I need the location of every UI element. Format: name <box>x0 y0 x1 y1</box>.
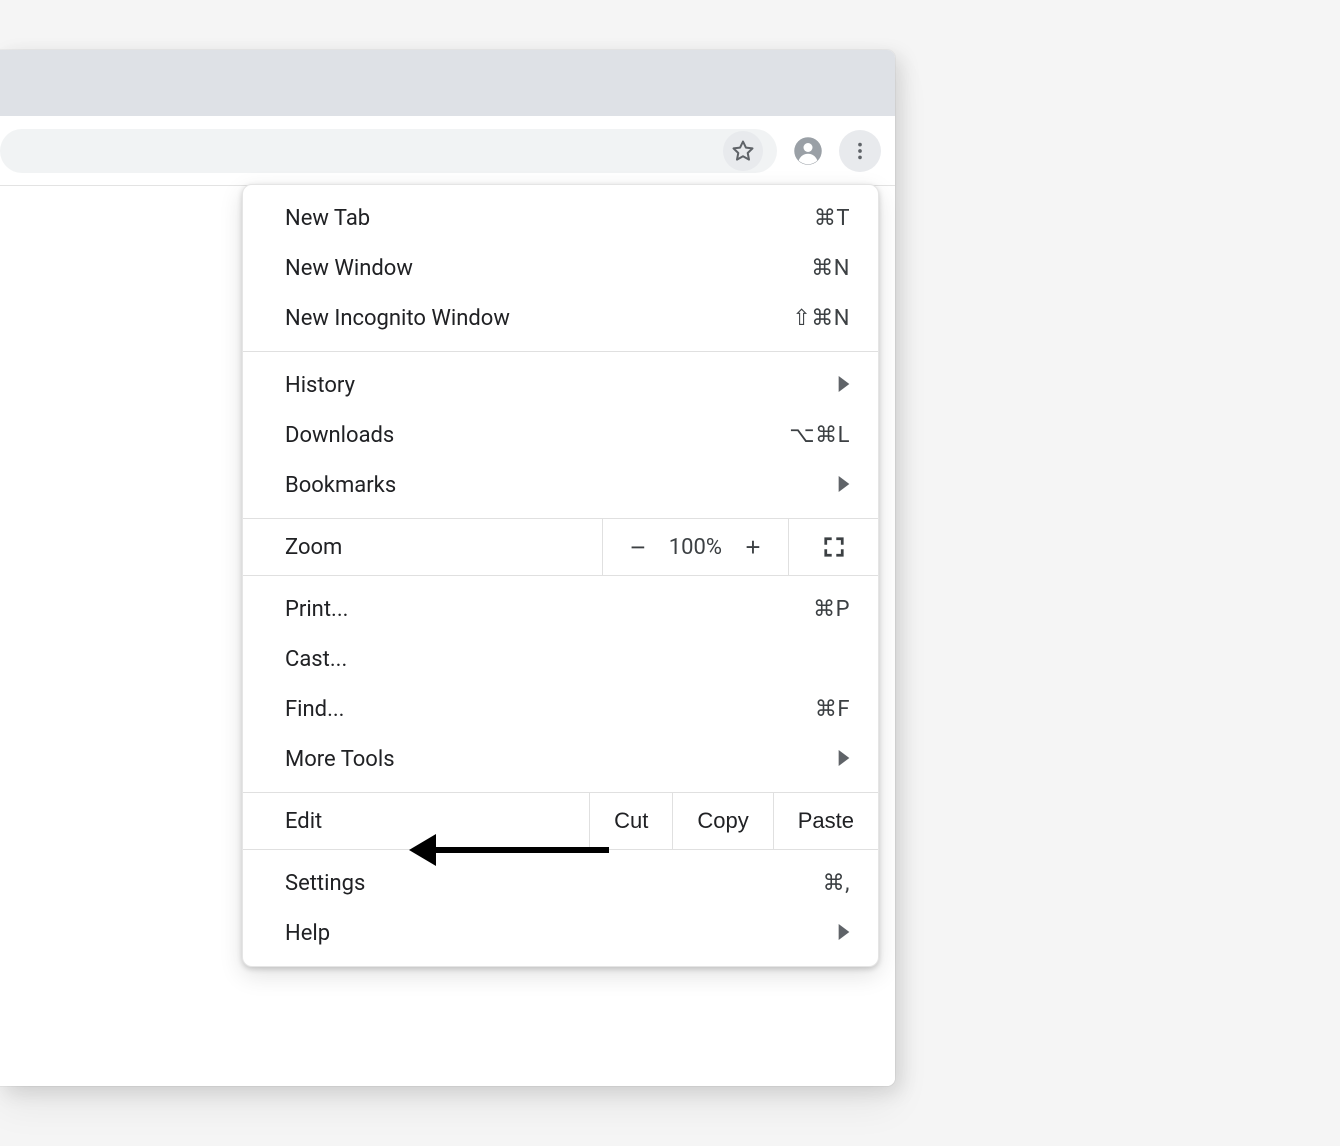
fullscreen-icon <box>823 536 845 558</box>
zoom-in-button[interactable]: + <box>740 532 766 563</box>
zoom-controls: − 100% + <box>602 519 788 575</box>
menu-item-label: Downloads <box>285 423 789 448</box>
zoom-value: 100% <box>669 535 722 560</box>
menu-item-help[interactable]: Help <box>243 908 878 958</box>
edit-cut-button[interactable]: Cut <box>589 793 672 849</box>
menu-item-cast[interactable]: Cast... <box>243 634 878 684</box>
menu-item-label: Settings <box>285 871 823 896</box>
chrome-menu-button[interactable] <box>839 130 881 172</box>
browser-toolbar <box>0 116 895 186</box>
menu-item-bookmarks[interactable]: Bookmarks <box>243 460 878 510</box>
menu-item-settings[interactable]: Settings ⌘, <box>243 858 878 908</box>
edit-label: Edit <box>243 793 589 849</box>
menu-item-label: New Window <box>285 256 811 281</box>
account-circle-icon <box>793 136 823 166</box>
menu-item-print[interactable]: Print... ⌘P <box>243 584 878 634</box>
star-outline-icon <box>731 139 755 163</box>
edit-paste-button[interactable]: Paste <box>773 793 878 849</box>
chevron-right-icon <box>838 747 850 772</box>
menu-item-label: Help <box>285 921 838 946</box>
menu-item-new-tab[interactable]: New Tab ⌘T <box>243 193 878 243</box>
menu-item-find[interactable]: Find... ⌘F <box>243 684 878 734</box>
tab-strip <box>0 50 895 116</box>
zoom-out-button[interactable]: − <box>625 532 651 563</box>
menu-item-shortcut: ⌘N <box>811 256 850 281</box>
menu-item-label: Find... <box>285 697 815 722</box>
menu-item-new-window[interactable]: New Window ⌘N <box>243 243 878 293</box>
chevron-right-icon <box>838 373 850 398</box>
chrome-menu-popup: New Tab ⌘T New Window ⌘N New Incognito W… <box>242 184 879 967</box>
menu-item-label: New Incognito Window <box>285 306 792 331</box>
chevron-right-icon <box>838 921 850 946</box>
menu-section-history: History Downloads ⌥⌘L Bookmarks <box>243 352 878 518</box>
zoom-label: Zoom <box>243 519 602 575</box>
menu-item-shortcut: ⌘T <box>814 206 850 231</box>
menu-item-shortcut: ⌥⌘L <box>789 423 850 448</box>
menu-item-label: Cast... <box>285 647 850 672</box>
menu-item-label: Bookmarks <box>285 473 838 498</box>
bookmark-star-button[interactable] <box>723 131 763 171</box>
menu-item-shortcut: ⌘P <box>813 597 850 622</box>
menu-item-history[interactable]: History <box>243 360 878 410</box>
menu-section-windows: New Tab ⌘T New Window ⌘N New Incognito W… <box>243 185 878 351</box>
menu-item-shortcut: ⌘F <box>815 697 850 722</box>
menu-item-label: More Tools <box>285 747 838 772</box>
menu-item-new-incognito[interactable]: New Incognito Window ⇧⌘N <box>243 293 878 343</box>
menu-item-more-tools[interactable]: More Tools <box>243 734 878 784</box>
more-vertical-icon <box>849 140 871 162</box>
menu-item-label: New Tab <box>285 206 814 231</box>
menu-item-shortcut: ⌘, <box>823 871 850 896</box>
edit-copy-button[interactable]: Copy <box>672 793 772 849</box>
menu-item-shortcut: ⇧⌘N <box>792 306 850 331</box>
menu-section-tools: Print... ⌘P Cast... Find... ⌘F More Tool… <box>243 576 878 792</box>
menu-item-zoom: Zoom − 100% + <box>243 518 878 576</box>
chevron-right-icon <box>838 473 850 498</box>
menu-item-downloads[interactable]: Downloads ⌥⌘L <box>243 410 878 460</box>
menu-section-settings: Settings ⌘, Help <box>243 850 878 966</box>
address-bar[interactable] <box>0 129 777 173</box>
menu-item-label: History <box>285 373 838 398</box>
fullscreen-button[interactable] <box>788 519 878 575</box>
profile-button[interactable] <box>787 130 829 172</box>
menu-item-edit: Edit Cut Copy Paste <box>243 792 878 850</box>
menu-item-label: Print... <box>285 597 813 622</box>
